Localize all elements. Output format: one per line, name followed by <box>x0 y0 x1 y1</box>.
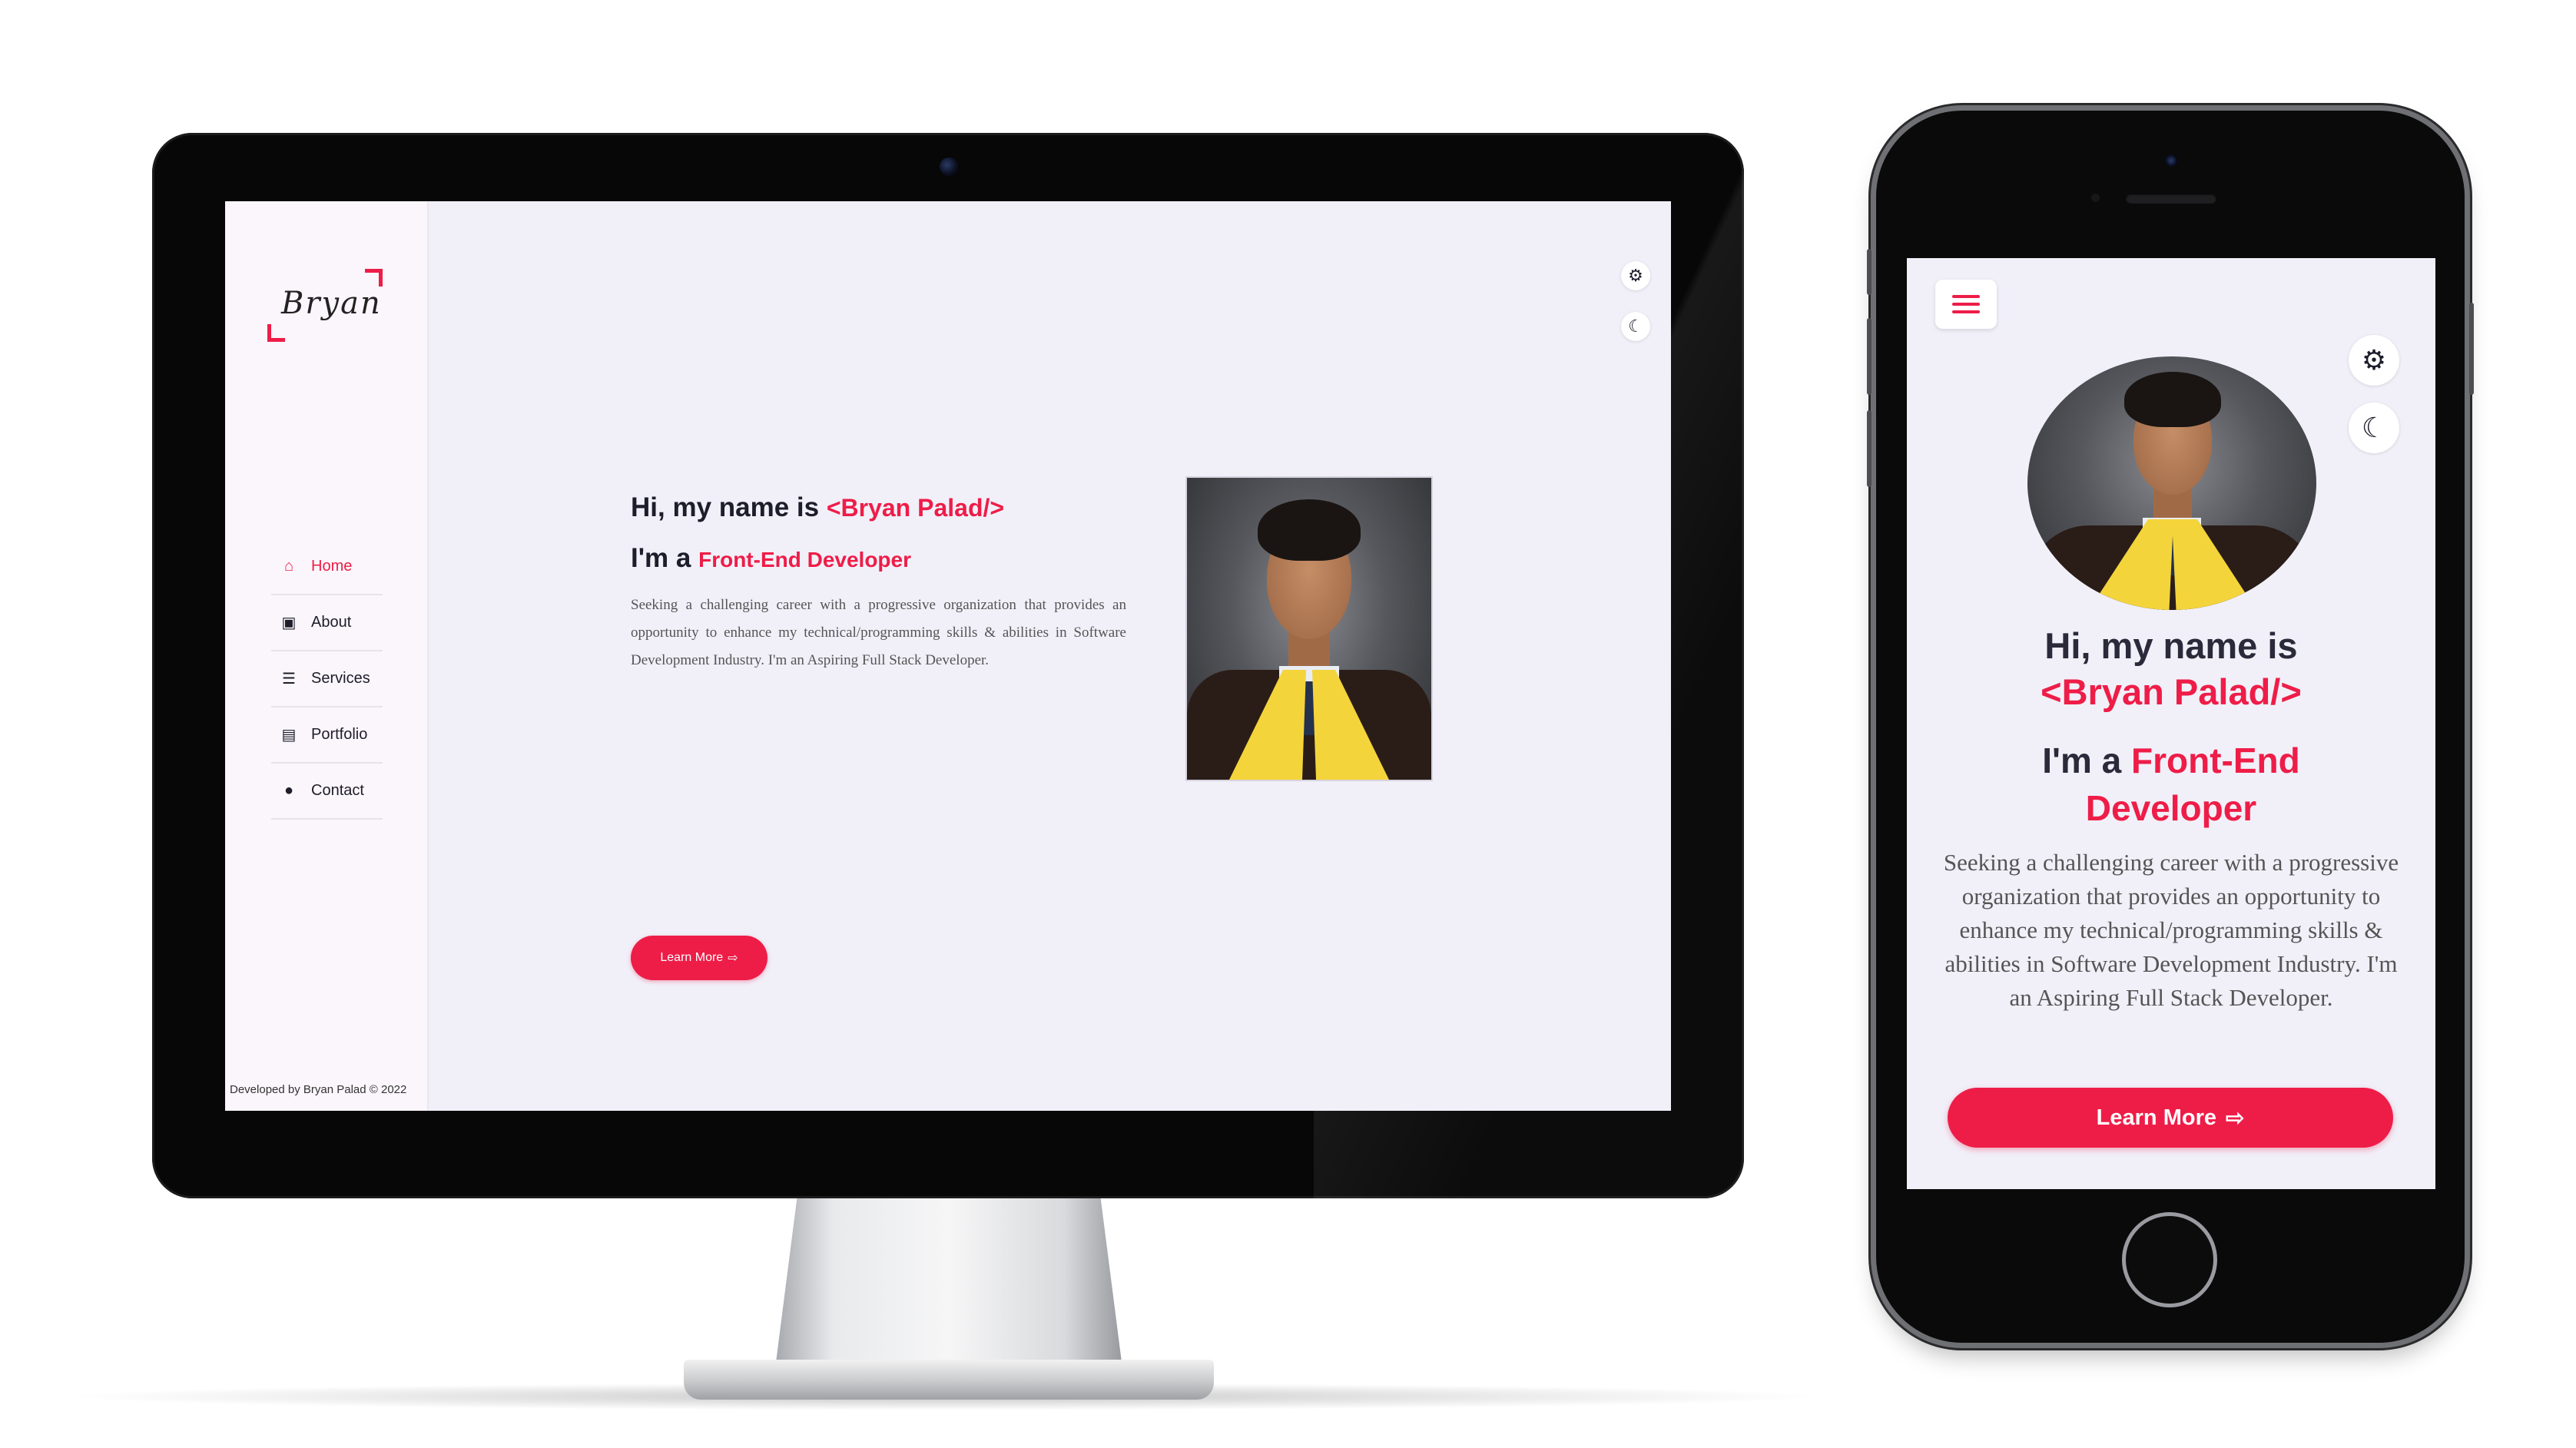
sidebar-item-contact[interactable]: ● Contact <box>271 764 383 820</box>
monitor-stand-neck <box>775 1197 1122 1366</box>
mobile-learn-more-button[interactable]: Learn More ⇨ <box>1948 1088 2393 1148</box>
button-label: Learn More <box>2096 1105 2216 1130</box>
home-icon: ⌂ <box>283 558 294 575</box>
webcam-icon <box>940 157 958 176</box>
role-prefix: I'm a <box>631 543 699 573</box>
hero-section: Hi, my name is <Bryan Palad/> I'm a Fron… <box>631 492 1126 980</box>
mobile-hero-role: I'm a Front-End Developer <box>1938 737 2405 832</box>
arrow-right-icon: ⇨ <box>728 952 738 965</box>
mobile-theme-toggle-button[interactable]: ☾ <box>2349 403 2399 453</box>
mobile-profile-photo <box>2027 356 2316 610</box>
front-camera-icon <box>2165 154 2177 167</box>
moon-icon: ☾ <box>1628 316 1643 336</box>
role-word-2: Developer <box>2085 788 2257 828</box>
sidebar-item-about[interactable]: ▣ About <box>271 595 383 651</box>
learn-more-button[interactable]: Learn More ⇨ <box>631 936 767 980</box>
hero-name: <Bryan Palad/> <box>826 494 1005 522</box>
mobile-hero-description: Seeking a challenging career with a prog… <box>1943 849 2399 1011</box>
mobile-hero-greeting: Hi, my name is <Bryan Palad/> <box>1938 623 2405 715</box>
sidebar-nav: ⌂ Home ▣ About ☰ Services ▤ Portfolio ● … <box>271 539 383 820</box>
gear-icon: ⚙ <box>1628 266 1643 285</box>
settings-button[interactable]: ⚙ <box>1621 261 1650 290</box>
role-title: Front-End Developer <box>698 548 912 572</box>
sidebar: Bryan ⌂ Home ▣ About ☰ Services ▤ Portfo… <box>225 201 429 1111</box>
chat-icon: ● <box>283 782 294 799</box>
logo-corner-bottom-left <box>267 324 285 342</box>
sidebar-item-label: Contact <box>311 782 364 799</box>
sidebar-item-label: About <box>311 614 352 631</box>
desktop-screen: Bryan ⌂ Home ▣ About ☰ Services ▤ Portfo… <box>225 201 1671 1111</box>
proximity-sensor <box>2091 194 2100 202</box>
hero-name: <Bryan Palad/> <box>2041 671 2302 712</box>
greeting-text: Hi, my name is <box>2044 625 2298 666</box>
moon-icon: ☾ <box>2361 412 2387 443</box>
hero-description: Seeking a challenging career with a prog… <box>631 597 1126 668</box>
arrow-right-icon: ⇨ <box>2226 1105 2245 1131</box>
button-label: Learn More <box>660 951 724 964</box>
logo-text: Bryan <box>281 286 382 321</box>
id-card-icon: ▣ <box>281 615 297 631</box>
greeting-text: Hi, my name is <box>631 492 827 522</box>
mobile-hero-section: Hi, my name is <Bryan Palad/> I'm a Fron… <box>1938 623 2405 1015</box>
sidebar-item-services[interactable]: ☰ Services <box>271 651 383 707</box>
menu-button[interactable] <box>1935 280 1997 329</box>
footer-credit: Developed by Bryan Palad © 2022 <box>230 1083 407 1096</box>
home-button[interactable] <box>2122 1212 2217 1307</box>
logo-corner-top-right <box>365 269 383 287</box>
hero-greeting: Hi, my name is <Bryan Palad/> <box>631 492 1126 524</box>
role-prefix: I'm a <box>2042 741 2132 780</box>
mobile-screen: ⚙ ☾ Hi, my name is <Bryan Palad/> I'm a … <box>1907 258 2435 1189</box>
hero-role: I'm a Front-End Developer <box>631 542 1126 575</box>
hamburger-icon <box>1952 295 1980 298</box>
mobile-settings-button[interactable]: ⚙ <box>2349 335 2399 386</box>
sidebar-item-portfolio[interactable]: ▤ Portfolio <box>271 707 383 764</box>
gear-icon: ⚙ <box>2361 344 2387 376</box>
profile-photo <box>1185 476 1433 781</box>
sidebar-item-label: Services <box>311 670 370 687</box>
sidebar-item-home[interactable]: ⌂ Home <box>271 539 383 595</box>
theme-toggle-button[interactable]: ☾ <box>1621 312 1650 341</box>
sidebar-item-label: Home <box>311 558 353 575</box>
speaker-grille <box>2126 194 2216 204</box>
role-word-1: Front-End <box>2131 741 2300 780</box>
logo[interactable]: Bryan <box>267 269 383 342</box>
list-icon: ☰ <box>282 671 296 688</box>
briefcase-icon: ▤ <box>281 727 297 744</box>
monitor-stand-base <box>684 1360 1214 1400</box>
sidebar-item-label: Portfolio <box>311 726 368 743</box>
